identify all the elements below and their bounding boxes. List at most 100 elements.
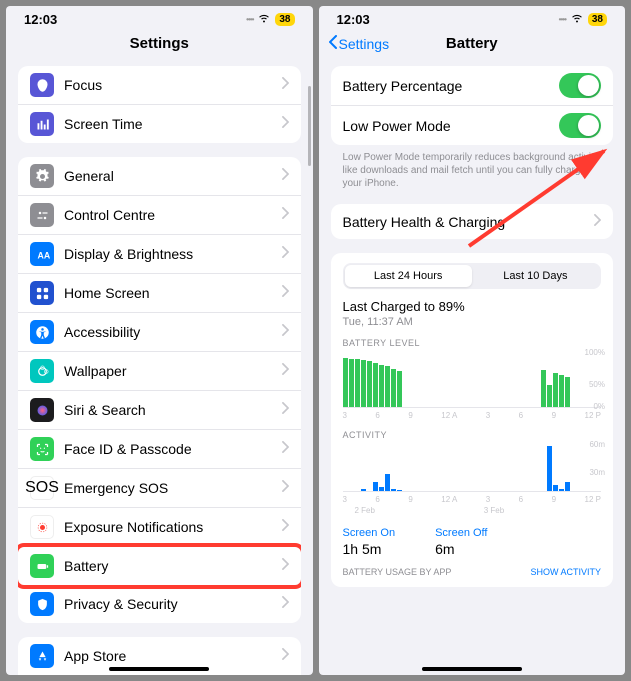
wifi-icon bbox=[570, 12, 584, 27]
chart-bar bbox=[385, 366, 390, 407]
y-tick: 30m bbox=[589, 468, 605, 477]
chart-bar bbox=[553, 373, 558, 407]
siri-icon bbox=[30, 398, 54, 422]
x-tick: 12 P bbox=[585, 495, 601, 504]
page-title: Settings bbox=[130, 35, 189, 52]
x-tick: 12 A bbox=[441, 495, 457, 504]
chart-bar bbox=[349, 359, 354, 407]
focus-icon bbox=[30, 73, 54, 97]
settings-list[interactable]: Focus Screen Time GeneralControl Centre AA D… bbox=[6, 62, 313, 675]
stat-value: 6m bbox=[435, 541, 487, 557]
settings-screen: 12:03 •••• 38 Settings FocusScreen TimeG… bbox=[6, 6, 313, 675]
status-bar: 12:03 •••• 38 bbox=[319, 6, 626, 29]
home-indicator[interactable] bbox=[109, 667, 209, 671]
settings-row-control[interactable]: Control Centre bbox=[18, 196, 301, 235]
chevron-right-icon bbox=[282, 440, 289, 458]
status-time: 12:03 bbox=[337, 12, 370, 27]
row-label: Wallpaper bbox=[64, 363, 282, 379]
battery-level-chart[interactable]: 100% 50% 0% bbox=[343, 352, 602, 408]
segment-0[interactable]: Last 24 Hours bbox=[345, 265, 472, 287]
x-tick: 3 bbox=[343, 411, 347, 420]
x-axis: 36912 A36912 P bbox=[343, 411, 602, 420]
row-label: Accessibility bbox=[64, 324, 282, 340]
x-tick: 3 bbox=[486, 411, 490, 420]
battery-percentage-badge: 38 bbox=[588, 13, 607, 26]
settings-row-accessibility[interactable]: Accessibility bbox=[18, 313, 301, 352]
chevron-right-icon bbox=[594, 213, 601, 231]
settings-row-siri[interactable]: Siri & Search bbox=[18, 391, 301, 430]
settings-row-display[interactable]: AA Display & Brightness bbox=[18, 235, 301, 274]
toggle-switch[interactable] bbox=[559, 73, 601, 98]
chevron-right-icon bbox=[282, 557, 289, 575]
battery-screen: 12:03 •••• 38 Settings Battery Battery P… bbox=[319, 6, 626, 675]
chart-bar bbox=[373, 363, 378, 407]
x-tick: 6 bbox=[519, 411, 523, 420]
scroll-indicator[interactable] bbox=[308, 86, 311, 166]
screen-off-stat: Screen Off 6m bbox=[435, 527, 487, 557]
toggle-label: Low Power Mode bbox=[343, 118, 560, 134]
row-label: Display & Brightness bbox=[64, 246, 282, 262]
nav-bar: Settings Battery bbox=[319, 29, 626, 62]
x-tick: 12 A bbox=[441, 411, 457, 420]
battery-icon bbox=[30, 554, 54, 578]
settings-row-privacy[interactable]: Privacy & Security bbox=[18, 585, 301, 623]
x-tick: 6 bbox=[375, 411, 379, 420]
settings-row-wallpaper[interactable]: Wallpaper bbox=[18, 352, 301, 391]
chevron-right-icon bbox=[282, 115, 289, 133]
chart-bar bbox=[379, 487, 384, 491]
show-activity-button[interactable]: SHOW ACTIVITY bbox=[530, 567, 601, 577]
activity-header: ACTIVITY bbox=[343, 430, 602, 440]
status-right: •••• 38 bbox=[559, 12, 607, 27]
general-icon bbox=[30, 164, 54, 188]
battery-level-header: BATTERY LEVEL bbox=[343, 338, 602, 348]
row-label: Battery Health & Charging bbox=[343, 214, 595, 230]
wifi-icon bbox=[257, 12, 271, 27]
chevron-right-icon bbox=[282, 245, 289, 263]
settings-row-sos[interactable]: SOSEmergency SOS bbox=[18, 469, 301, 508]
x-axis-dates: 2 Feb 3 Feb bbox=[343, 506, 602, 515]
chevron-right-icon bbox=[282, 595, 289, 613]
row-label: Emergency SOS bbox=[64, 480, 282, 496]
chevron-right-icon bbox=[282, 76, 289, 94]
stat-label: Screen On bbox=[343, 527, 396, 539]
svg-text:AA: AA bbox=[37, 250, 50, 260]
chevron-right-icon bbox=[282, 362, 289, 380]
row-label: Focus bbox=[64, 77, 282, 93]
row-label: Privacy & Security bbox=[64, 596, 282, 612]
chart-bar bbox=[565, 377, 570, 407]
settings-row-battery[interactable]: Battery bbox=[18, 543, 301, 589]
y-tick: 0% bbox=[593, 402, 605, 411]
x-tick: 6 bbox=[519, 495, 523, 504]
home-indicator[interactable] bbox=[422, 667, 522, 671]
chevron-right-icon bbox=[282, 167, 289, 185]
settings-row-faceid[interactable]: Face ID & Passcode bbox=[18, 430, 301, 469]
toggle-switch[interactable] bbox=[559, 113, 601, 138]
time-range-segment[interactable]: Last 24 HoursLast 10 Days bbox=[343, 263, 602, 289]
display-icon: AA bbox=[30, 242, 54, 266]
screen-on-stat: Screen On 1h 5m bbox=[343, 527, 396, 557]
battery-content[interactable]: Battery PercentageLow Power Mode Low Pow… bbox=[319, 62, 626, 675]
last-charged-label: Last Charged to 89% bbox=[343, 299, 602, 314]
chart-bar bbox=[343, 358, 348, 407]
settings-row-focus[interactable]: Focus bbox=[18, 66, 301, 105]
status-time: 12:03 bbox=[24, 12, 57, 27]
row-label: Face ID & Passcode bbox=[64, 441, 282, 457]
exposure-icon bbox=[30, 515, 54, 539]
x-tick: 3 bbox=[486, 495, 490, 504]
battery-health-row[interactable]: Battery Health & Charging bbox=[331, 204, 614, 239]
y-tick: 60m bbox=[589, 440, 605, 449]
settings-row-screentime[interactable]: Screen Time bbox=[18, 105, 301, 143]
y-tick: 50% bbox=[589, 380, 605, 389]
back-button[interactable]: Settings bbox=[329, 35, 390, 52]
chart-bar bbox=[391, 489, 396, 491]
settings-row-general[interactable]: General bbox=[18, 157, 301, 196]
chart-bar bbox=[397, 490, 402, 491]
chevron-left-icon bbox=[329, 35, 337, 52]
chart-bar bbox=[361, 489, 366, 491]
segment-1[interactable]: Last 10 Days bbox=[472, 265, 599, 287]
settings-row-exposure[interactable]: Exposure Notifications bbox=[18, 508, 301, 547]
settings-row-home[interactable]: Home Screen bbox=[18, 274, 301, 313]
last-charged-time: Tue, 11:37 AM bbox=[343, 316, 602, 328]
toggle-row-0: Battery Percentage bbox=[331, 66, 614, 106]
activity-chart[interactable]: 60m 30m bbox=[343, 444, 602, 492]
